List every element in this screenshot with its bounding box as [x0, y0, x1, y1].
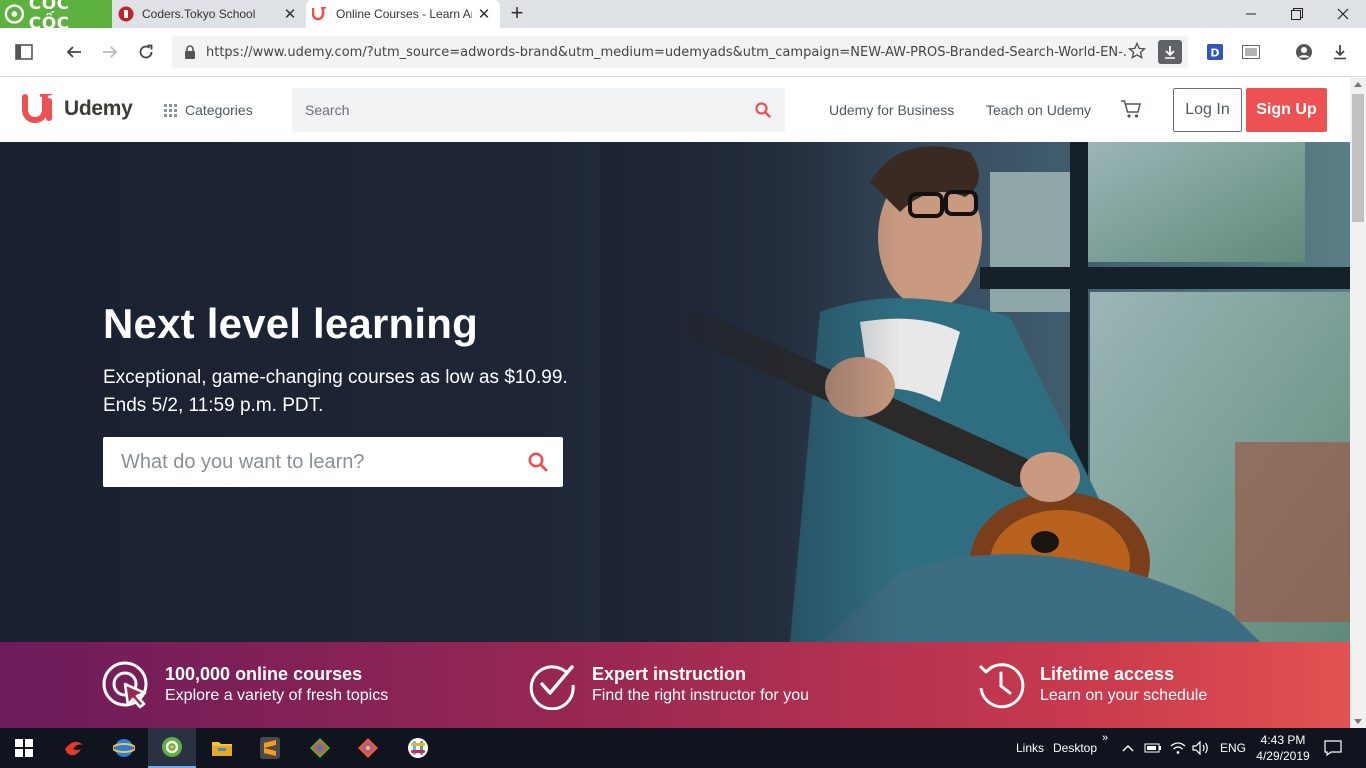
address-bar[interactable]: https://www.udemy.com/?utm_source=adword… — [172, 36, 1188, 68]
close-window-button[interactable] — [1320, 0, 1366, 28]
tab-close-icon[interactable]: ✕ — [476, 6, 492, 23]
browser-toolbar: https://www.udemy.com/?utm_source=adword… — [0, 28, 1366, 77]
search-icon[interactable] — [528, 452, 548, 477]
teach-on-udemy-link[interactable]: Teach on Udemy — [986, 102, 1091, 118]
reload-icon[interactable] — [134, 40, 158, 64]
feature-description: Find the right instructor for you — [592, 687, 809, 704]
udemy-favicon-icon — [312, 6, 328, 22]
browser-tab-strip: CỐC CỐC Coders.Tokyo School ✕ Online Cou… — [0, 0, 1366, 34]
svg-text:D: D — [1210, 47, 1219, 60]
bookmark-star-icon[interactable] — [1127, 41, 1147, 65]
back-icon[interactable] — [62, 40, 86, 64]
categories-label: Categories — [185, 102, 253, 118]
grid-icon — [164, 103, 177, 117]
hero-subtitle: Exceptional, game-changing courses as lo… — [103, 364, 568, 420]
hero-subtitle-line2: Ends 5/2, 11:59 p.m. PDT. — [103, 395, 324, 416]
categories-menu[interactable]: Categories — [164, 102, 253, 118]
profile-icon[interactable] — [1292, 40, 1316, 64]
coccoc-brand[interactable]: CỐC CỐC — [0, 0, 112, 34]
hero-subtitle-line1: Exceptional, game-changing courses as lo… — [103, 367, 568, 388]
scroll-thumb[interactable] — [1352, 94, 1364, 222]
taskbar-links[interactable]: Links — [1016, 728, 1044, 768]
history-clock-icon — [978, 663, 1025, 709]
app-garena-icon[interactable] — [50, 728, 98, 768]
hero-title: Next level learning — [103, 300, 478, 347]
app-file-explorer-icon[interactable] — [198, 728, 246, 768]
cart-icon[interactable] — [1120, 99, 1142, 124]
tab-udemy[interactable]: Online Courses - Learn Anything ✕ — [306, 0, 500, 28]
udemy-header: Udemy Categories Udemy for Business Teac… — [0, 78, 1350, 142]
hero-search-input[interactable] — [103, 437, 503, 487]
app-git-icon[interactable] — [344, 728, 392, 768]
wifi-icon[interactable] — [1170, 728, 1186, 768]
feature-description: Explore a variety of fresh topics — [165, 687, 389, 704]
download-icon[interactable] — [1158, 40, 1182, 64]
login-button[interactable]: Log In — [1173, 88, 1242, 132]
tab-coders-tokyo[interactable]: Coders.Tokyo School ✕ — [112, 0, 306, 28]
battery-icon[interactable] — [1144, 728, 1162, 768]
minimize-button[interactable] — [1228, 0, 1274, 28]
url-text: https://www.udemy.com/?utm_source=adword… — [206, 44, 1126, 60]
search-icon[interactable] — [755, 102, 771, 123]
sidebar-toggle-icon[interactable] — [12, 40, 36, 64]
new-tab-button[interactable]: + — [506, 2, 528, 25]
windows-taskbar: Links Desktop » ENG 4:43 PM 4/29/2019 — [0, 728, 1366, 768]
feature-online-courses: 100,000 online courses Explore a variety… — [101, 642, 388, 728]
udemy-logo-text: Udemy — [64, 97, 133, 120]
header-search — [292, 88, 785, 132]
input-language[interactable]: ENG — [1220, 728, 1246, 768]
scroll-down-icon[interactable] — [1354, 719, 1362, 724]
taskbar-overflow-chevron-icon[interactable]: » — [1102, 718, 1108, 758]
notifications-icon[interactable] — [1324, 728, 1342, 768]
app-sublime-icon[interactable] — [246, 728, 294, 768]
cursor-target-icon — [102, 661, 148, 709]
app-coccoc-icon[interactable] — [148, 728, 196, 768]
restore-button[interactable] — [1274, 0, 1320, 28]
taskbar-desktop[interactable]: Desktop — [1053, 728, 1097, 768]
page-scrollbar[interactable] — [1350, 78, 1366, 728]
clock-time: 4:43 PM — [1260, 733, 1306, 747]
feature-lifetime-access: Lifetime access Learn on your schedule — [976, 642, 1207, 728]
downloads-icon[interactable] — [1328, 40, 1352, 64]
feature-title: Expert instruction — [592, 664, 747, 684]
tab-title: Online Courses - Learn Anything — [336, 7, 472, 21]
coders-favicon-icon — [118, 6, 134, 22]
header-search-input[interactable] — [292, 88, 732, 132]
app-slack-icon[interactable] — [394, 728, 442, 768]
feature-description: Learn on your schedule — [1040, 687, 1208, 704]
feature-title: Lifetime access — [1040, 664, 1175, 684]
taskbar-clock[interactable]: 4:43 PM 4/29/2019 — [1252, 732, 1314, 764]
extension-d-icon[interactable]: D — [1203, 40, 1227, 64]
clock-date: 4/29/2019 — [1256, 749, 1310, 763]
check-badge-icon — [529, 665, 575, 710]
tab-close-icon[interactable]: ✕ — [282, 6, 298, 23]
udemy-logo[interactable]: Udemy — [22, 94, 133, 124]
coccoc-logo-icon — [4, 4, 25, 24]
signup-button[interactable]: Sign Up — [1246, 88, 1327, 132]
start-button[interactable] — [0, 728, 48, 768]
hero-banner: Next level learning Exceptional, game-ch… — [0, 142, 1350, 642]
show-hidden-icons-chevron-icon[interactable] — [1122, 728, 1134, 768]
app-ie-icon[interactable] — [100, 728, 148, 768]
forward-icon[interactable] — [98, 40, 122, 64]
app-gitkraken-icon[interactable] — [296, 728, 344, 768]
volume-icon[interactable] — [1192, 728, 1210, 768]
scroll-up-icon[interactable] — [1354, 82, 1362, 87]
feature-expert-instruction: Expert instruction Find the right instru… — [528, 642, 809, 728]
udemy-for-business-link[interactable]: Udemy for Business — [829, 102, 954, 118]
hero-search — [103, 437, 563, 487]
extension-barcode-icon[interactable] — [1239, 40, 1263, 64]
feature-title: 100,000 online courses — [165, 664, 363, 684]
features-bar: 100,000 online courses Explore a variety… — [0, 642, 1350, 728]
udemy-logo-icon — [22, 94, 53, 123]
tab-title: Coders.Tokyo School — [142, 7, 256, 21]
lock-icon — [185, 45, 195, 59]
